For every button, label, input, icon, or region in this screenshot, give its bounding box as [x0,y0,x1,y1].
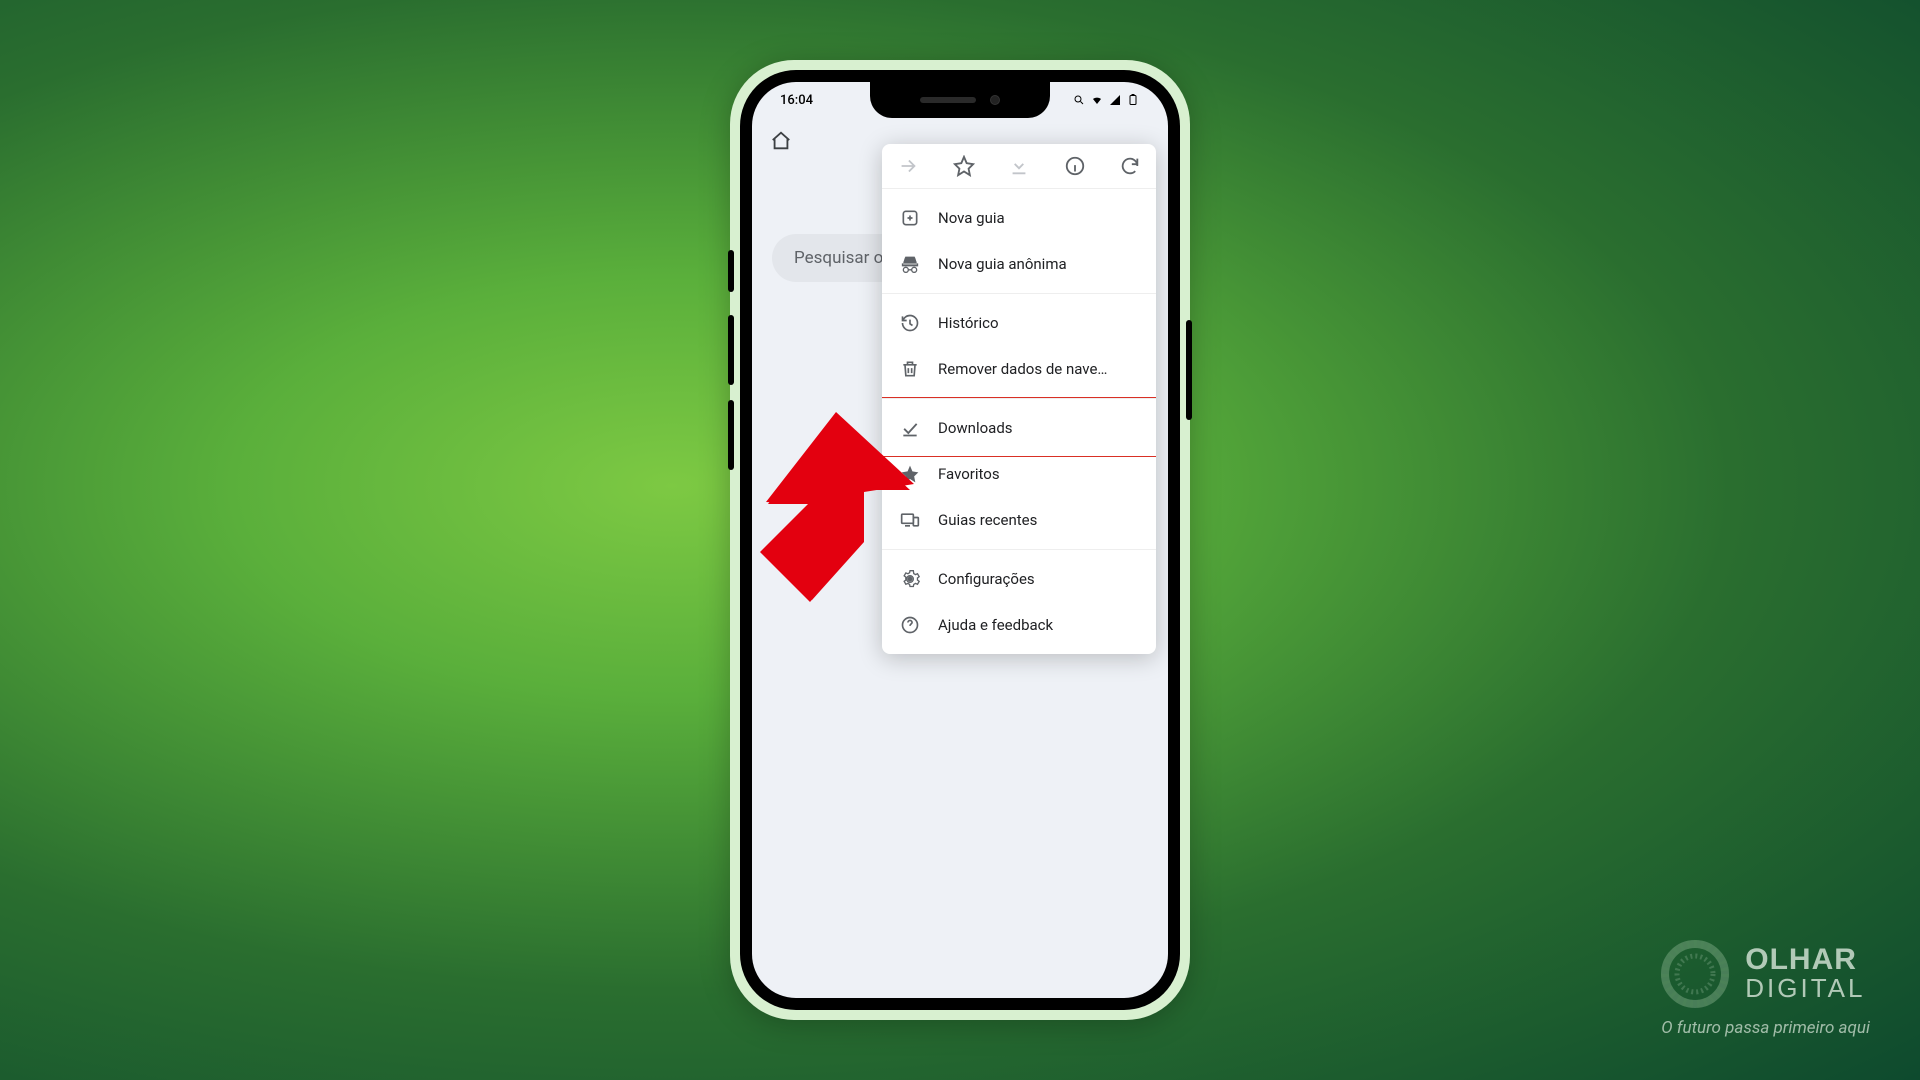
menu-item-clear-data[interactable]: Remover dados de nave… [882,346,1156,392]
menu-label: Histórico [938,314,999,332]
menu-item-downloads[interactable]: Downloads [882,405,1156,451]
wifi-icon [1090,94,1104,106]
menu-label: Remover dados de nave… [938,360,1107,378]
plus-square-icon [900,208,920,228]
chrome-menu: Nova guia Nova guia anônima [882,144,1156,654]
reload-icon[interactable] [1118,154,1142,178]
status-time: 16:04 [780,93,813,108]
menu-label: Configurações [938,570,1035,588]
history-icon [900,313,920,333]
menu-label: Nova guia anônima [938,255,1067,273]
info-icon[interactable] [1063,154,1087,178]
phone-notch [870,82,1050,118]
brand-name-line1: OLHAR [1745,945,1865,975]
menu-item-bookmarks[interactable]: Favoritos [882,451,1156,497]
menu-item-new-tab[interactable]: Nova guia [882,195,1156,241]
brand-tagline: O futuro passa primeiro aqui [1661,1018,1870,1038]
phone-side-button [728,250,734,292]
menu-label: Ajuda e feedback [938,616,1053,634]
trash-icon [900,359,920,379]
home-icon[interactable] [770,130,792,152]
annotation-arrow [714,412,914,612]
menu-item-incognito[interactable]: Nova guia anônima [882,241,1156,287]
brand-logo-icon [1659,938,1731,1010]
menu-label: Downloads [938,419,1013,437]
battery-icon [1126,94,1140,106]
search-status-icon [1072,94,1086,106]
menu-item-recent-tabs[interactable]: Guias recentes [882,497,1156,543]
search-placeholder: Pesquisar ou [794,248,893,268]
forward-icon[interactable] [896,154,920,178]
phone-side-button [728,315,734,385]
signal-icon [1108,94,1122,106]
incognito-icon [900,254,920,274]
brand-watermark: OLHAR DIGITAL O futuro passa primeiro aq… [1659,938,1870,1038]
menu-label: Nova guia [938,209,1005,227]
menu-item-history[interactable]: Histórico [882,300,1156,346]
menu-item-settings[interactable]: Configurações [882,556,1156,602]
star-icon[interactable] [952,154,976,178]
menu-label: Favoritos [938,465,1000,483]
download-icon[interactable] [1007,154,1031,178]
brand-name-line2: DIGITAL [1745,975,1865,1002]
menu-label: Guias recentes [938,511,1037,529]
phone-side-button [1186,320,1192,420]
menu-toolbar [882,144,1156,189]
menu-item-help[interactable]: Ajuda e feedback [882,602,1156,648]
help-icon [900,615,920,635]
